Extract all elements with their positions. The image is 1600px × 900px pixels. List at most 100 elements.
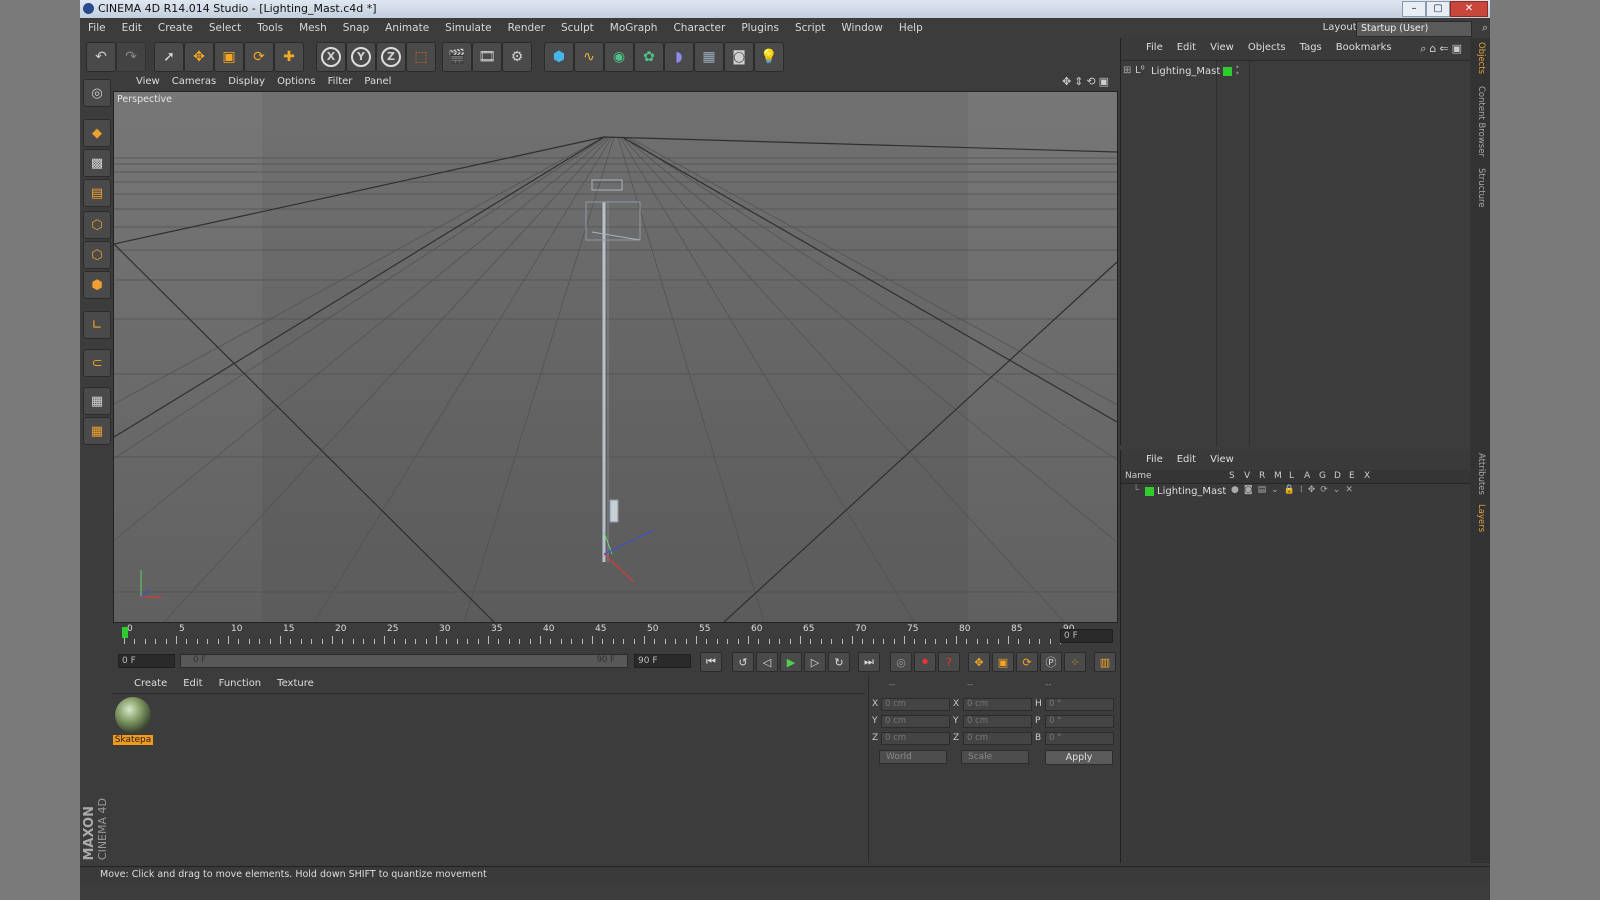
tab-layers[interactable]: Layers	[1472, 504, 1486, 532]
menu-plugins[interactable]: Plugins	[733, 18, 787, 38]
om-menu-objects[interactable]: Objects	[1241, 38, 1293, 58]
x-axis-button[interactable]: X	[316, 42, 346, 72]
viewport-nav-icons[interactable]: ✥⇕⟲▣	[1062, 75, 1112, 88]
layer-row[interactable]: └ Lighting_Mast ●◙▤⌄🔒⁞✥⟳⌄✕	[1123, 485, 1463, 499]
render-view-button[interactable]: 🎬	[442, 42, 472, 72]
menu-tools[interactable]: Tools	[249, 18, 291, 38]
timeline-layout-button[interactable]: ▥	[1094, 652, 1116, 672]
col-locked[interactable]: L	[1289, 471, 1294, 481]
workplane-mode-button[interactable]: ▤	[83, 179, 111, 207]
material-menu-create[interactable]: Create	[112, 675, 175, 693]
viewport-menu-filter[interactable]: Filter	[322, 73, 359, 91]
scale-button[interactable]: ▣	[214, 42, 244, 72]
goto-start-button[interactable]: ⏮	[700, 652, 722, 672]
menu-file[interactable]: File	[80, 18, 114, 38]
menu-script[interactable]: Script	[787, 18, 833, 38]
key-position-button[interactable]: ✥	[968, 652, 990, 672]
undo-button[interactable]: ↶	[86, 42, 116, 72]
key-scale-button[interactable]: ▣	[992, 652, 1014, 672]
menu-select[interactable]: Select	[201, 18, 249, 38]
apply-button[interactable]: Apply	[1045, 750, 1113, 765]
pos-z-field[interactable]: 0 cm	[881, 732, 950, 745]
col-render[interactable]: R	[1259, 471, 1265, 481]
rot-p-field[interactable]: 0 °	[1045, 715, 1114, 728]
menu-window[interactable]: Window	[833, 18, 890, 38]
key-rotation-button[interactable]: ⟳	[1016, 652, 1038, 672]
coordinate-system-button[interactable]: ⬚	[406, 42, 436, 72]
col-solo[interactable]: S	[1229, 471, 1235, 481]
preview-range-slider[interactable]: 0 F 90 F	[180, 654, 628, 668]
menu-edit[interactable]: Edit	[114, 18, 150, 38]
col-expressions[interactable]: E	[1349, 471, 1355, 481]
z-axis-button[interactable]: Z	[376, 42, 406, 72]
maximize-button[interactable]: ▢	[1426, 1, 1450, 17]
size-y-field[interactable]: 0 cm	[963, 715, 1032, 728]
texture-mode-button[interactable]: ▩	[83, 149, 111, 177]
col-deformers[interactable]: D	[1334, 471, 1341, 481]
render-picture-viewer-button[interactable]: 🎞	[472, 42, 502, 72]
material-menu-function[interactable]: Function	[211, 675, 270, 693]
layer-color-swatch[interactable]	[1145, 487, 1154, 496]
viewport-menu-panel[interactable]: Panel	[358, 73, 397, 91]
edit-render-settings-button[interactable]: ⚙	[502, 42, 532, 72]
edges-mode-button[interactable]: ⬡	[83, 241, 111, 269]
menu-mograph[interactable]: MoGraph	[602, 18, 666, 38]
object-row[interactable]: ⊞ L⁰ Lighting_Mast • •	[1123, 64, 1463, 79]
menu-create[interactable]: Create	[150, 18, 201, 38]
om-menu-view[interactable]: View	[1203, 38, 1241, 58]
viewport-menu-options[interactable]: Options	[271, 73, 322, 91]
viewport-menu-display[interactable]: Display	[222, 73, 271, 91]
menu-mesh[interactable]: Mesh	[291, 18, 335, 38]
menu-help[interactable]: Help	[891, 18, 931, 38]
light-button[interactable]: 💡	[754, 42, 784, 72]
search-icon[interactable]: ⌕	[1482, 21, 1488, 35]
move-button[interactable]: ✥	[184, 42, 214, 72]
step-back-button[interactable]: ◁	[756, 652, 778, 672]
key-parameter-button[interactable]: Ⓟ	[1040, 652, 1062, 672]
menu-sculpt[interactable]: Sculpt	[553, 18, 602, 38]
goto-previous-key-button[interactable]: ↺	[732, 652, 754, 672]
snap-button[interactable]: ⊂	[83, 349, 111, 377]
layer-color-swatch[interactable]	[1223, 67, 1232, 76]
spline-button[interactable]: ∿	[574, 42, 604, 72]
goto-next-key-button[interactable]: ↻	[828, 652, 850, 672]
om-menu-file[interactable]: File	[1139, 38, 1170, 58]
tab-attributes[interactable]: Attributes	[1472, 453, 1486, 495]
rotate-button[interactable]: ⟳	[244, 42, 274, 72]
col-generators[interactable]: G	[1319, 471, 1326, 481]
col-view[interactable]: V	[1244, 471, 1250, 481]
viewport-menu-view[interactable]: View	[112, 73, 166, 91]
current-frame-field[interactable]: 0 F	[1060, 629, 1113, 643]
axis-mode-button[interactable]: ∟	[83, 311, 111, 339]
material-swatch[interactable]: Skatepa	[112, 694, 156, 748]
om-menu-edit[interactable]: Edit	[1170, 38, 1203, 58]
size-z-field[interactable]: 0 cm	[963, 732, 1032, 745]
rot-h-field[interactable]: 0 °	[1045, 698, 1114, 711]
autokeying-button[interactable]: ⏺	[914, 652, 936, 672]
points-mode-button[interactable]: ⬡	[83, 211, 111, 239]
material-menu-edit[interactable]: Edit	[175, 675, 210, 693]
expand-icon[interactable]: ⊞	[1123, 65, 1131, 76]
redo-button[interactable]: ↷	[116, 42, 146, 72]
coordinate-mode-dropdown[interactable]: World	[879, 750, 947, 764]
start-frame-field[interactable]: 0 F	[118, 654, 175, 668]
goto-end-button[interactable]: ⏭	[858, 652, 880, 672]
lm-menu-edit[interactable]: Edit	[1170, 450, 1203, 470]
cube-button[interactable]: ⬢	[544, 42, 574, 72]
nurbs-button[interactable]: ◉	[604, 42, 634, 72]
play-button[interactable]: ▶	[780, 652, 802, 672]
model-mode-button[interactable]: ◆	[83, 119, 111, 147]
visibility-dots[interactable]: • •	[1235, 64, 1240, 78]
locked-workplane-button[interactable]: ▦	[83, 417, 111, 445]
end-frame-field[interactable]: 90 F	[634, 654, 691, 668]
tab-structure[interactable]: Structure	[1472, 168, 1486, 208]
menu-render[interactable]: Render	[500, 18, 553, 38]
tab-content-browser[interactable]: Content Browser	[1472, 86, 1486, 157]
viewport-menu-cameras[interactable]: Cameras	[166, 73, 222, 91]
minimize-button[interactable]: –	[1402, 1, 1426, 17]
col-animation[interactable]: A	[1304, 471, 1310, 481]
om-menu-bookmarks[interactable]: Bookmarks	[1329, 38, 1399, 58]
perspective-viewport[interactable]: Perspective	[113, 91, 1118, 623]
menu-simulate[interactable]: Simulate	[437, 18, 499, 38]
lm-menu-view[interactable]: View	[1203, 450, 1241, 470]
